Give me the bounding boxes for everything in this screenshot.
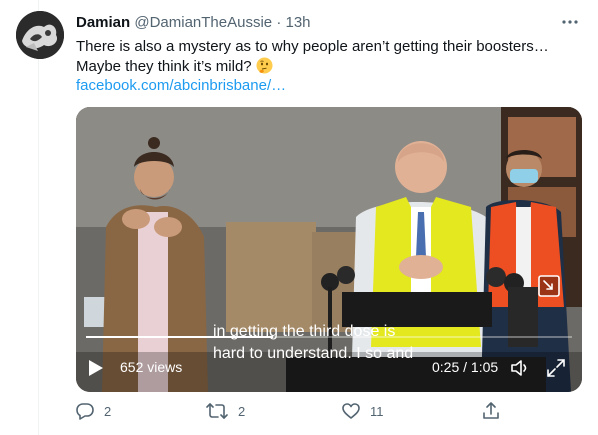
tweet-text-line2: Maybe they think it’s mild?	[76, 58, 252, 75]
video-progress-fill	[86, 336, 274, 338]
video-player[interactable]: in getting the third dose is hard to und…	[76, 107, 582, 392]
reply-icon	[76, 403, 94, 420]
header-separator: ·	[276, 14, 282, 31]
reply-count: 2	[104, 403, 112, 419]
video-timecode: 0:25 / 1:05	[432, 359, 499, 375]
video-progress-bar[interactable]	[86, 336, 572, 338]
like-button[interactable]: 11	[342, 402, 384, 420]
avatar[interactable]	[16, 11, 64, 59]
volume-icon[interactable]	[509, 357, 531, 379]
share-button[interactable]	[482, 402, 510, 420]
tweet-header: Damian @DamianTheAussie · 13h	[76, 14, 586, 34]
retweet-button[interactable]: 2	[206, 402, 245, 420]
caption-line1: in getting the third dose is	[213, 323, 396, 340]
caption-line2: hard to understand. I so and	[213, 345, 414, 362]
share-icon	[483, 402, 499, 419]
tweet-text-line1: There is also a mystery as to why people…	[76, 38, 549, 55]
play-icon[interactable]	[88, 357, 110, 379]
tweet-link[interactable]: facebook.com/abcinbrisbane/…	[76, 77, 286, 94]
more-options-icon[interactable]	[558, 12, 582, 32]
author-name[interactable]: Damian	[76, 14, 130, 31]
thinking-face-emoji	[256, 57, 273, 74]
retweet-icon	[206, 403, 228, 419]
tweet-actions: 2 2 11	[76, 402, 582, 424]
reply-button[interactable]: 2	[76, 402, 111, 420]
view-count: 652 views	[120, 359, 183, 375]
retweet-count: 2	[238, 403, 246, 419]
fullscreen-icon[interactable]	[545, 357, 567, 379]
like-count: 11	[370, 403, 384, 419]
thread-line	[38, 0, 39, 435]
tweet-timestamp[interactable]: 13h	[286, 14, 311, 31]
author-handle[interactable]: @DamianTheAussie	[134, 14, 272, 31]
heart-icon	[342, 403, 360, 419]
picture-in-picture-icon[interactable]	[536, 273, 562, 299]
tweet-text: There is also a mystery as to why people…	[76, 37, 576, 77]
